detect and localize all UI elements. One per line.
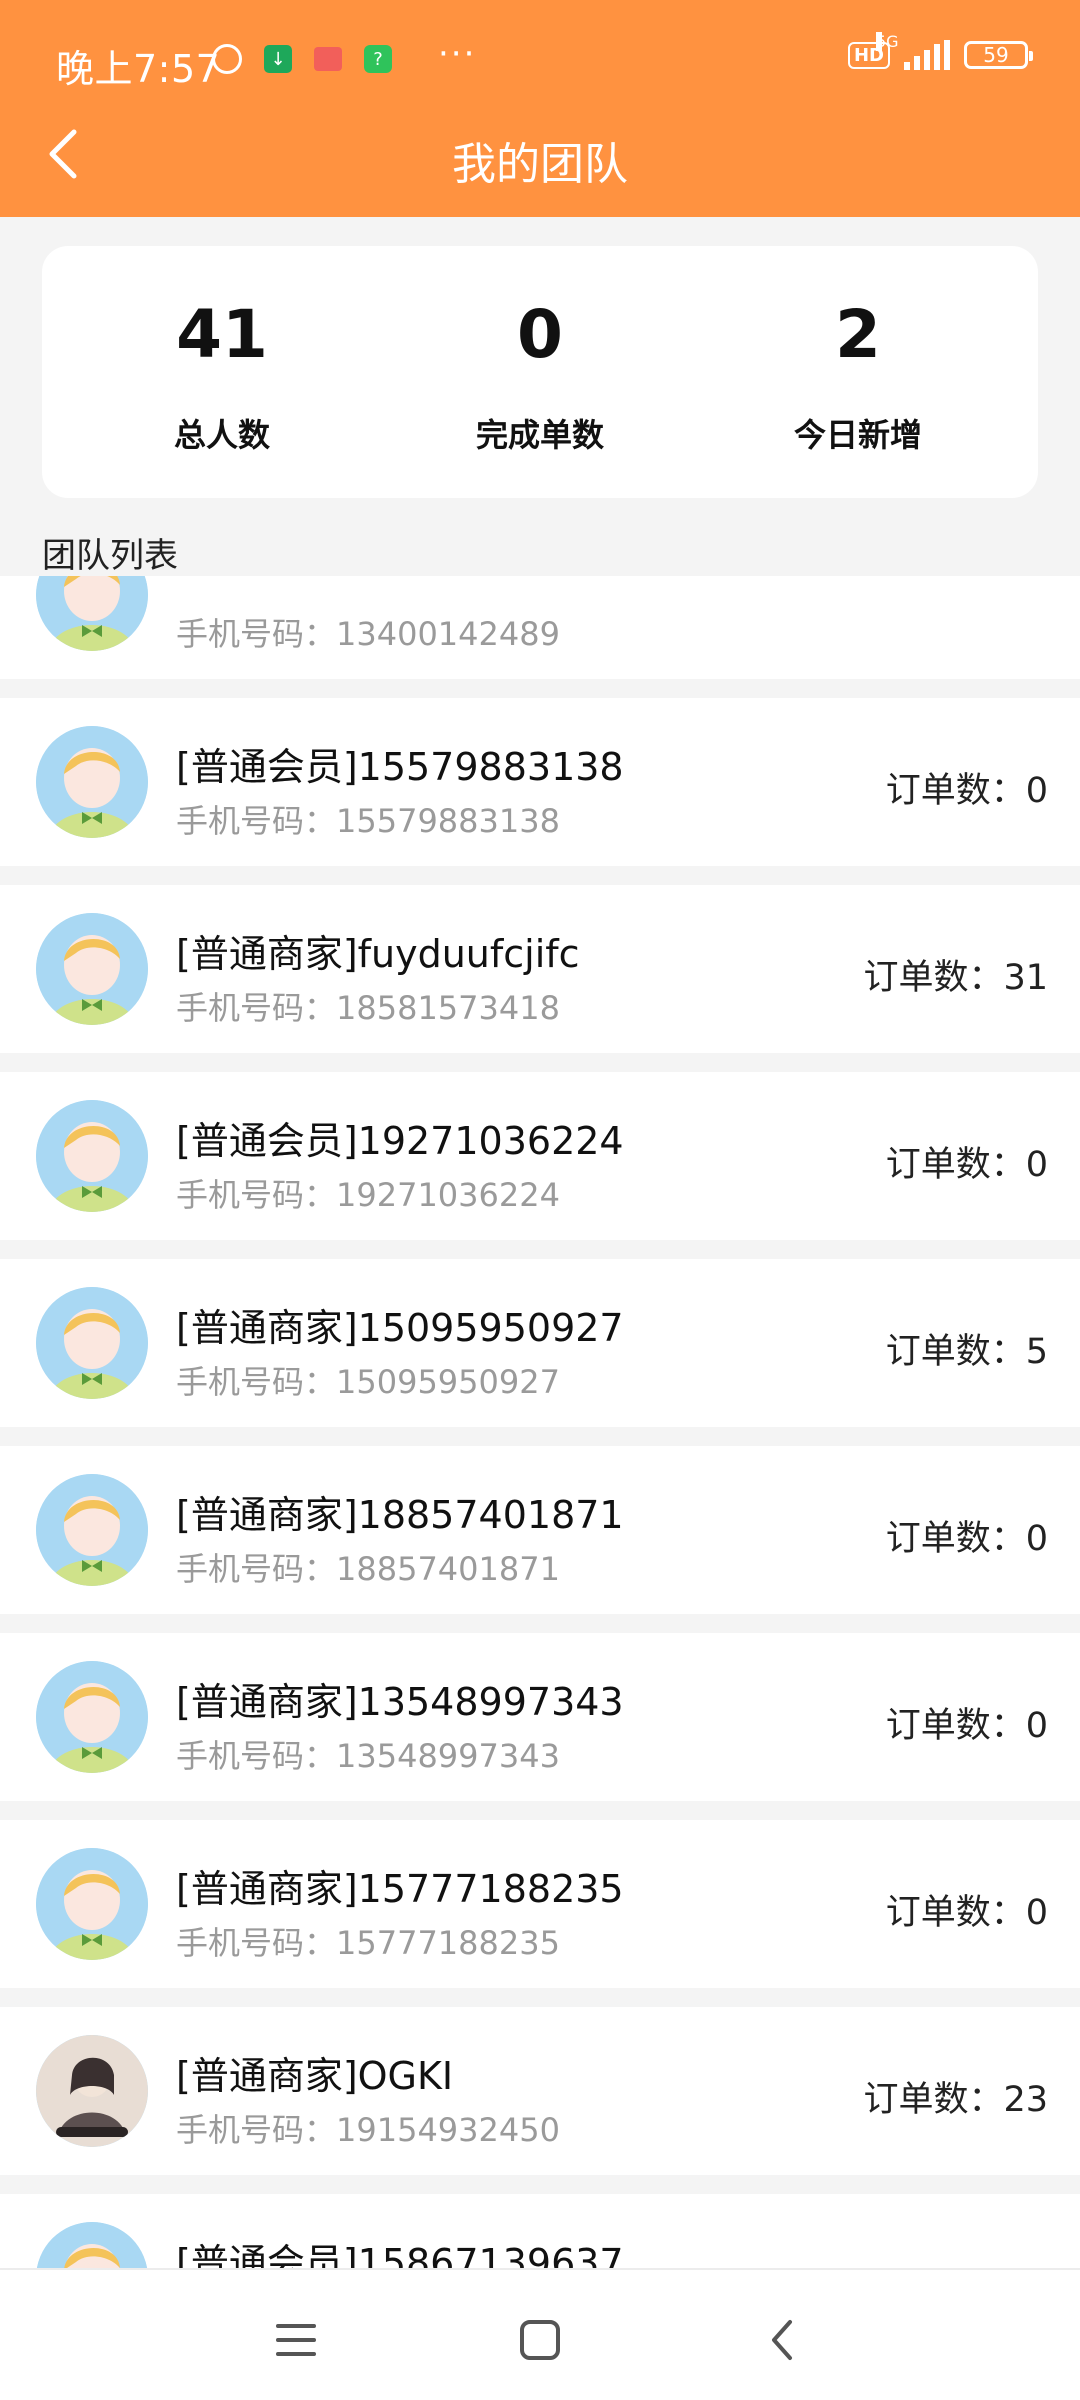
member-avatar bbox=[36, 2035, 148, 2147]
battery-level: 59 bbox=[983, 43, 1009, 67]
alarm-icon bbox=[212, 44, 242, 74]
stat-label: 完成单数 bbox=[475, 416, 604, 454]
member-avatar bbox=[36, 913, 148, 1025]
member-order-count: 订单数：0 bbox=[885, 1893, 1048, 1933]
app-header: 晚上7:57 ↓ ? ··· HD 5G 59 我的团队 bbox=[0, 0, 1080, 217]
member-phone: 手机号码：18581573418 bbox=[176, 989, 560, 1027]
stat-value: 2 bbox=[835, 296, 881, 373]
member-avatar bbox=[36, 1287, 148, 1399]
member-phone: 手机号码：13400142489 bbox=[176, 615, 560, 653]
battery-icon: 59 bbox=[964, 41, 1033, 69]
status-time: 晚上7:57 bbox=[56, 47, 221, 91]
member-phone: 手机号码：18857401871 bbox=[176, 1550, 560, 1588]
member-avatar bbox=[36, 2222, 148, 2268]
back-triangle-icon bbox=[772, 2320, 792, 2360]
team-member-list[interactable]: 手机号码：13400142489 [普通会员]15579883138 手机号码：15… bbox=[0, 576, 1080, 2268]
system-nav-bar bbox=[0, 2268, 1080, 2400]
member-name: [普通会员]19271036224 bbox=[176, 1119, 624, 1163]
member-row[interactable]: [普通会员]15867139637手机号码：15867139637订单数：0 bbox=[0, 2194, 1080, 2268]
member-phone: 手机号码：15777188235 bbox=[176, 1924, 560, 1962]
member-name: [普通会员]15867139637 bbox=[176, 2241, 624, 2268]
member-name: [普通会员]15579883138 bbox=[176, 745, 624, 789]
member-phone: 手机号码：19271036224 bbox=[176, 1176, 560, 1214]
team-list-title: 团队列表 bbox=[42, 536, 178, 576]
user-photo-avatar-icon bbox=[36, 2035, 148, 2147]
member-row[interactable]: [普通商家]fuyduufcjifc 手机号码：18581573418 订单数：31 bbox=[0, 885, 1080, 1053]
member-phone: 手机号码：15579883138 bbox=[176, 802, 560, 840]
default-avatar-icon bbox=[36, 1661, 148, 1773]
member-name: [普通商家]15095950927 bbox=[176, 1306, 624, 1350]
member-phone: 手机号码：13548997343 bbox=[176, 1737, 560, 1775]
member-order-count: 订单数：31 bbox=[863, 958, 1048, 998]
network-type: 5G bbox=[876, 32, 899, 51]
member-row[interactable]: [普通商家]15777188235 手机号码：15777188235 订单数：0 bbox=[0, 1820, 1080, 1988]
member-order-count: 订单数：0 bbox=[885, 1519, 1048, 1559]
member-row[interactable]: [普通商家]15095950927 手机号码：15095950927 订单数：5 bbox=[0, 1259, 1080, 1427]
stat-value: 41 bbox=[176, 296, 268, 373]
page-title: 我的团队 bbox=[452, 139, 628, 190]
member-row[interactable]: [普通商家]18857401871 手机号码：18857401871 订单数：0 bbox=[0, 1446, 1080, 1614]
member-phone: 手机号码：15095950927 bbox=[176, 1363, 560, 1401]
stat-label: 总人数 bbox=[173, 416, 270, 454]
member-order-count: 订单数：0 bbox=[885, 1706, 1048, 1746]
member-row[interactable]: [普通会员]19271036224 手机号码：19271036224 订单数：0 bbox=[0, 1072, 1080, 1240]
default-avatar-icon bbox=[36, 726, 148, 838]
status-system-icons: HD 5G 59 bbox=[847, 32, 1033, 70]
stat-label: 今日新增 bbox=[793, 416, 922, 454]
more-notifications-icon: ··· bbox=[438, 34, 477, 74]
stat-completed-orders: 0 完成单数 bbox=[380, 302, 700, 456]
stat-total-members: 41 总人数 bbox=[62, 302, 382, 456]
member-phone: 手机号码：19154932450 bbox=[176, 2111, 560, 2149]
system-back-button[interactable] bbox=[754, 2310, 814, 2370]
home-square-icon bbox=[520, 2320, 560, 2360]
default-avatar-icon bbox=[36, 2222, 148, 2268]
default-avatar-icon bbox=[36, 913, 148, 1025]
member-name: [普通商家]13548997343 bbox=[176, 1680, 624, 1724]
default-avatar-icon bbox=[36, 1100, 148, 1212]
member-row[interactable]: 手机号码：13400142489 bbox=[0, 576, 1080, 679]
member-order-count: 订单数：0 bbox=[886, 2258, 1048, 2268]
member-avatar bbox=[36, 1474, 148, 1586]
status-notification-icons: ↓ ? ··· bbox=[212, 34, 476, 74]
menu-button[interactable] bbox=[266, 2310, 326, 2370]
default-avatar-icon bbox=[36, 1474, 148, 1586]
stat-new-today: 2 今日新增 bbox=[698, 302, 1018, 456]
default-avatar-icon bbox=[36, 1287, 148, 1399]
stat-value: 0 bbox=[517, 296, 563, 373]
download-app-icon: ↓ bbox=[264, 45, 292, 73]
member-row[interactable]: [普通商家]OGKI 手机号码：19154932450 订单数：23 bbox=[0, 2007, 1080, 2175]
member-avatar bbox=[36, 1661, 148, 1773]
member-order-count: 订单数：5 bbox=[885, 1332, 1048, 1372]
member-name: [普通商家]15777188235 bbox=[176, 1867, 624, 1911]
chat-app-icon: ? bbox=[364, 45, 392, 73]
signal-icon: 5G bbox=[876, 32, 950, 70]
mail-app-icon bbox=[314, 47, 342, 71]
member-name: [普通商家]fuyduufcjifc bbox=[176, 932, 580, 976]
member-avatar bbox=[36, 726, 148, 838]
member-name: [普通商家]18857401871 bbox=[176, 1493, 624, 1537]
home-button[interactable] bbox=[510, 2310, 570, 2370]
menu-icon bbox=[276, 2324, 316, 2356]
member-row[interactable]: [普通会员]15579883138 手机号码：15579883138 订单数：0 bbox=[0, 698, 1080, 866]
member-order-count: 订单数：0 bbox=[885, 1145, 1048, 1185]
member-avatar bbox=[36, 576, 148, 651]
member-avatar bbox=[36, 1848, 148, 1960]
default-avatar-icon bbox=[36, 1848, 148, 1960]
default-avatar-icon bbox=[36, 576, 148, 651]
team-stats-card: 41 总人数 0 完成单数 2 今日新增 bbox=[42, 246, 1038, 498]
member-avatar bbox=[36, 1100, 148, 1212]
member-name: [普通商家]OGKI bbox=[176, 2054, 454, 2098]
member-row[interactable]: [普通商家]13548997343 手机号码：13548997343 订单数：0 bbox=[0, 1633, 1080, 1801]
member-order-count: 订单数：23 bbox=[863, 2080, 1048, 2120]
member-order-count: 订单数：0 bbox=[885, 771, 1048, 811]
